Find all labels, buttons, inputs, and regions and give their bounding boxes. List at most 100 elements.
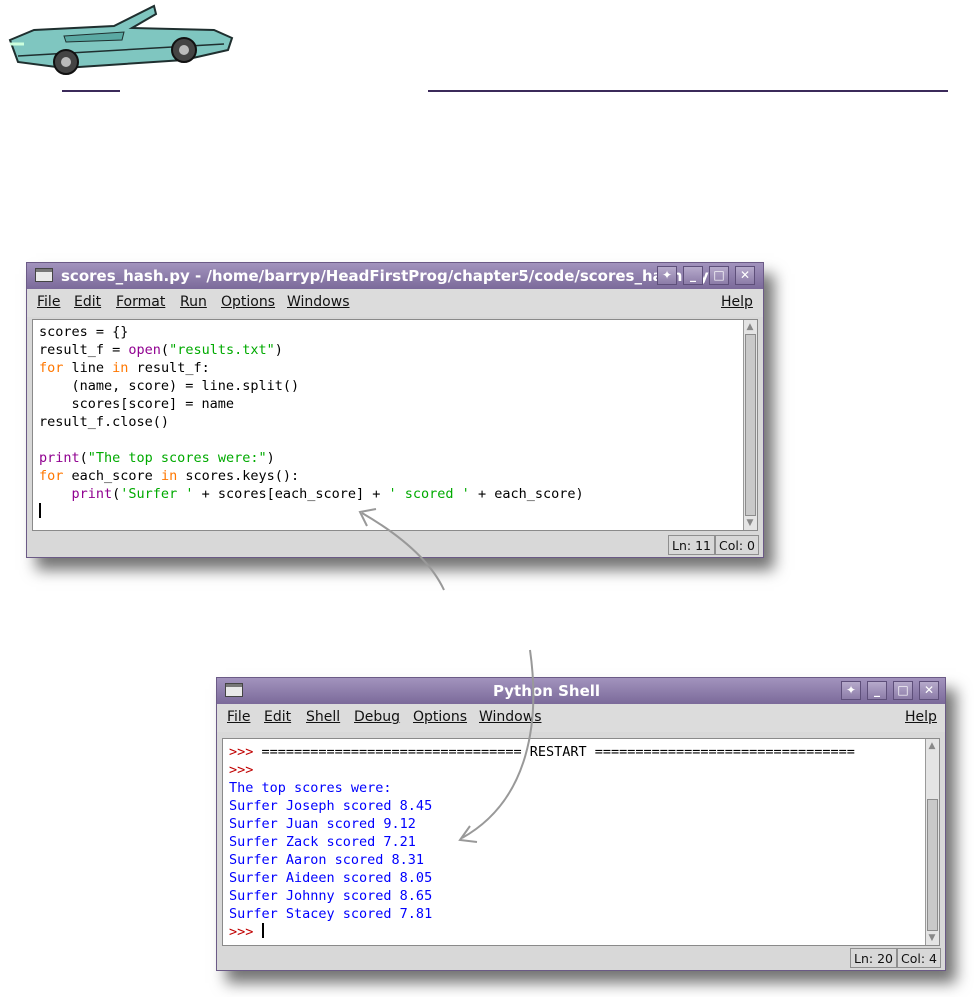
minimize-button[interactable]: _ [683, 266, 703, 285]
menu-file[interactable]: File [227, 709, 250, 725]
menu-file-label: File [227, 709, 251, 725]
header-rule-left [62, 90, 120, 92]
code-line: Surfer Aaron scored 8.31 [229, 851, 855, 869]
code-token: in [112, 360, 129, 376]
shell-titlebar[interactable]: Python Shell ✦ _ □ ✕ [217, 678, 945, 704]
code-token: + each_score) [469, 486, 584, 502]
menu-windows[interactable]: Windows [287, 294, 350, 310]
menu-debug-label: Debug [354, 709, 401, 725]
code-token: Surfer Johnny scored 8.65 [229, 888, 433, 904]
code-line: scores[score] = name [39, 395, 584, 413]
scroll-up-icon[interactable]: ▲ [927, 741, 937, 751]
editor-statusbar: Ln: 11 Col: 0 [27, 535, 763, 555]
close-button[interactable]: ✕ [919, 681, 939, 700]
menu-format[interactable]: Format [116, 294, 165, 310]
code-line: result_f = open("results.txt") [39, 341, 584, 359]
editor-menubar: File Edit Format Run Options Windows Hel… [27, 289, 763, 317]
menu-file[interactable]: File [37, 294, 60, 310]
code-line: Surfer Juan scored 9.12 [229, 815, 855, 833]
shell-statusbar: Ln: 20 Col: 4 [217, 948, 945, 968]
code-line [39, 503, 584, 521]
code-line: (name, score) = line.split() [39, 377, 584, 395]
menu-run[interactable]: Run [180, 294, 207, 310]
menu-windows[interactable]: Windows [479, 709, 542, 725]
text-cursor [261, 923, 264, 938]
editor-title: scores_hash.py - /home/barryp/HeadFirstP… [61, 267, 709, 285]
menu-help[interactable]: Help [721, 294, 753, 310]
menu-windows-label: Windows [479, 709, 542, 725]
menu-format-label: Format [116, 294, 166, 310]
code-token: scores = {} [39, 324, 129, 340]
code-token: "The top scores were:" [87, 450, 267, 466]
col-indicator: Col: 0 [715, 535, 759, 555]
shell-output[interactable]: >>> ================================ RES… [222, 738, 940, 946]
code-token: Surfer Aideen scored 8.05 [229, 870, 433, 886]
code-line: for each_score in scores.keys(): [39, 467, 584, 485]
minimize-button[interactable]: _ [867, 681, 887, 700]
menu-edit[interactable]: Edit [74, 294, 101, 310]
shell-scrollbar[interactable]: ▲ ▼ [925, 739, 939, 945]
code-token: result_f.close() [39, 414, 170, 430]
menu-edit-label: Edit [264, 709, 292, 725]
close-button[interactable]: ✕ [735, 266, 755, 285]
menu-file-label: File [37, 294, 61, 310]
code-token: ( [79, 450, 88, 466]
code-token: "results.txt" [169, 342, 275, 358]
scroll-down-icon[interactable]: ▼ [745, 518, 755, 528]
code-token: open [128, 342, 161, 358]
code-token: print [71, 486, 113, 502]
scroll-up-icon[interactable]: ▲ [745, 322, 755, 332]
editor-scrollbar[interactable]: ▲ ▼ [743, 320, 757, 530]
code-token: >>> [229, 744, 262, 760]
scroll-down-icon[interactable]: ▼ [927, 933, 937, 943]
code-token: Surfer Zack scored 7.21 [229, 834, 416, 850]
text-cursor [39, 503, 41, 518]
menu-windows-label: Windows [287, 294, 350, 310]
menu-shell-label: Shell [306, 709, 341, 725]
maximize-button[interactable]: □ [893, 681, 913, 700]
code-line: >>> [229, 923, 855, 941]
code-line: Surfer Joseph scored 8.45 [229, 797, 855, 815]
code-token: The top scores were: [229, 780, 392, 796]
code-token: for [39, 468, 64, 484]
code-editor[interactable]: scores = {} result_f = open("results.txt"… [32, 319, 758, 531]
menu-help-label: Help [905, 709, 937, 725]
code-token: each_score [63, 468, 161, 484]
code-line: Surfer Aideen scored 8.05 [229, 869, 855, 887]
window-menu-icon[interactable] [225, 683, 243, 697]
line-indicator: Ln: 20 [850, 948, 897, 968]
code-line: scores = {} [39, 323, 584, 341]
code-line: result_f.close() [39, 413, 584, 431]
scroll-thumb[interactable] [927, 799, 938, 931]
code-token: (name, score) = line.split() [39, 378, 300, 394]
scroll-thumb[interactable] [745, 334, 756, 516]
shell-text[interactable]: >>> ================================ RES… [229, 743, 855, 941]
menu-edit[interactable]: Edit [264, 709, 291, 725]
code-token: Surfer Joseph scored 8.45 [229, 798, 433, 814]
code-text[interactable]: scores = {} result_f = open("results.txt"… [39, 323, 584, 521]
code-token: scores.keys(): [177, 468, 300, 484]
code-token: scores[score] = name [39, 396, 235, 412]
menu-edit-label: Edit [74, 294, 102, 310]
menu-debug[interactable]: Debug [354, 709, 400, 725]
menu-options[interactable]: Options [413, 709, 467, 725]
code-line: Surfer Zack scored 7.21 [229, 833, 855, 851]
code-line: The top scores were: [229, 779, 855, 797]
code-line: >>> ================================ RES… [229, 743, 855, 761]
menu-help-label: Help [721, 294, 753, 310]
shade-button[interactable]: ✦ [841, 681, 861, 700]
window-menu-icon[interactable] [35, 268, 53, 282]
menu-shell[interactable]: Shell [306, 709, 340, 725]
maximize-button[interactable]: □ [709, 266, 729, 285]
code-token: ) [274, 342, 283, 358]
code-token: Surfer Stacey scored 7.81 [229, 906, 433, 922]
menu-help[interactable]: Help [905, 709, 937, 725]
menu-options-label: Options [221, 294, 276, 310]
code-token: line [63, 360, 113, 376]
menu-options[interactable]: Options [221, 294, 275, 310]
code-token: print [39, 450, 80, 466]
code-token: for [39, 360, 64, 376]
shade-button[interactable]: ✦ [657, 266, 677, 285]
editor-titlebar[interactable]: scores_hash.py - /home/barryp/HeadFirstP… [27, 263, 763, 289]
